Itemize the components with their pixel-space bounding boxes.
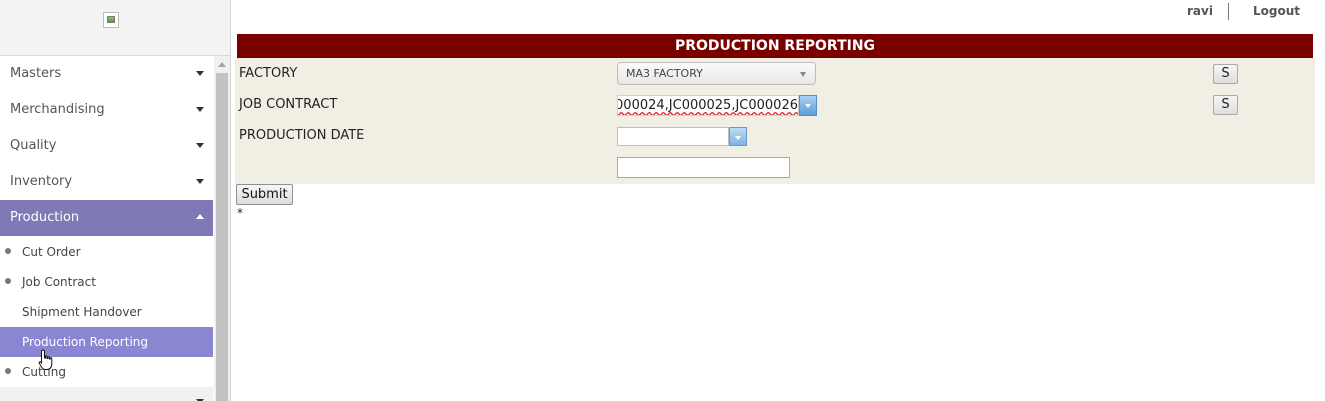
text-input[interactable] (617, 157, 790, 178)
hand-pointer-icon (38, 349, 53, 370)
production-date-dropdown-button[interactable] (729, 127, 747, 146)
submenu-item-label: Production Reporting (22, 335, 148, 349)
sidebar-item-label: Inventory (10, 174, 73, 189)
production-date-input[interactable] (617, 127, 729, 146)
sidebar-menu: Masters Merchandising Quality Inventory … (0, 56, 213, 401)
sidebar: Masters Merchandising Quality Inventory … (0, 0, 231, 401)
factory-s-button[interactable]: S (1213, 64, 1238, 84)
job-contract-value: JC000024,JC000025,JC000026 (617, 98, 798, 113)
factory-select-value: MA3 FACTORY (626, 67, 703, 80)
bullet-icon (5, 248, 11, 254)
sidebar-item-merchandising[interactable]: Merchandising (0, 92, 213, 128)
sidebar-item-quality[interactable]: Quality (0, 128, 213, 164)
sidebar-item-label: Production (10, 210, 80, 225)
caret-up-icon (196, 214, 204, 219)
caret-down-icon (196, 71, 204, 76)
sidebar-item-masters[interactable]: Masters (0, 56, 213, 92)
logout-link[interactable]: Logout (1253, 4, 1300, 18)
sidebar-item-next[interactable] (0, 387, 213, 401)
factory-label: FACTORY (239, 66, 298, 81)
sidebar-item-label: Quality (10, 138, 57, 153)
submenu-item-production-reporting[interactable]: Production Reporting (0, 327, 213, 357)
production-reporting-form: FACTORY MA3 FACTORY S JOB CONTRACT JC000… (235, 58, 1315, 184)
job-contract-input[interactable]: JC000024,JC000025,JC000026 (617, 95, 799, 116)
job-contract-label: JOB CONTRACT (239, 97, 338, 112)
production-date-label: PRODUCTION DATE (239, 128, 365, 143)
sidebar-item-inventory[interactable]: Inventory (0, 164, 213, 200)
job-contract-dropdown-button[interactable] (799, 95, 817, 116)
user-name: ravi (1187, 4, 1213, 18)
submenu-item-shipment-handover[interactable]: Shipment Handover (0, 297, 213, 327)
sidebar-item-label: Masters (10, 66, 62, 81)
caret-down-icon (196, 107, 204, 112)
production-submenu: Cut Order Job Contract Shipment Handover… (0, 237, 213, 387)
submenu-item-label: Cut Order (22, 245, 81, 259)
required-note: * (237, 206, 243, 220)
broken-image-icon (103, 12, 119, 28)
form-title: PRODUCTION REPORTING (237, 34, 1313, 58)
sidebar-item-production[interactable]: Production (0, 200, 213, 236)
bullet-icon (5, 278, 11, 284)
divider (1228, 3, 1229, 20)
submenu-item-cutting[interactable]: Cutting (0, 357, 213, 387)
sidebar-item-label: Merchandising (10, 102, 105, 117)
job-contract-s-button[interactable]: S (1213, 95, 1238, 115)
scrollbar-thumb[interactable] (216, 73, 228, 401)
submenu-item-label: Job Contract (22, 275, 96, 289)
caret-down-icon (196, 143, 204, 148)
bullet-icon (5, 368, 11, 374)
submenu-item-label: Shipment Handover (22, 305, 142, 319)
caret-down-icon (196, 179, 204, 184)
dropdown-arrow-icon (800, 72, 806, 77)
factory-select[interactable]: MA3 FACTORY (617, 62, 816, 85)
logo-area (0, 0, 230, 56)
submenu-item-job-contract[interactable]: Job Contract (0, 267, 213, 297)
submenu-item-cut-order[interactable]: Cut Order (0, 237, 213, 267)
submit-button[interactable]: Submit (236, 184, 293, 205)
sidebar-scrollbar[interactable] (214, 56, 230, 401)
scroll-up-arrow-icon[interactable] (218, 62, 226, 67)
